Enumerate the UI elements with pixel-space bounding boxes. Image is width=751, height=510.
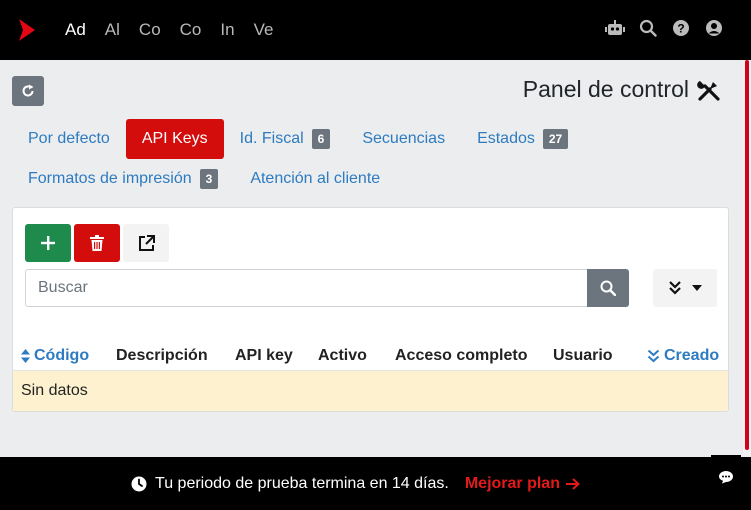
arrow-right-icon — [565, 477, 580, 490]
chat-icon — [719, 471, 733, 484]
tab-label: Id. Fiscal — [239, 130, 304, 147]
search-icon[interactable] — [638, 18, 658, 38]
search-input[interactable] — [25, 269, 588, 307]
chat-button[interactable] — [711, 455, 741, 499]
user-icon[interactable] — [704, 18, 724, 38]
tab-label: Atención al cliente — [250, 170, 381, 187]
column-label: Código — [34, 347, 90, 364]
column-descripcion[interactable]: Descripción — [116, 347, 208, 365]
caret-down-icon — [692, 285, 702, 291]
upgrade-label: Mejorar plan — [464, 474, 560, 492]
clock-icon — [131, 476, 147, 491]
column-activo[interactable]: Activo — [318, 347, 367, 365]
nav-item-al[interactable]: Al — [105, 20, 120, 40]
nav-icons: ? — [605, 18, 724, 38]
tab-label: Secuencias — [362, 130, 446, 147]
help-icon[interactable]: ? — [671, 18, 691, 38]
external-link-icon — [138, 234, 155, 251]
upgrade-plan-link[interactable]: Mejorar plan — [465, 475, 580, 493]
delete-button[interactable] — [74, 224, 120, 262]
brand-logo[interactable] — [17, 18, 37, 42]
tab-secuencias[interactable]: Secuencias — [346, 119, 461, 159]
empty-table-row: Sin datos — [13, 371, 728, 411]
tab-id-fiscal[interactable]: Id. Fiscal 6 — [224, 119, 347, 159]
tab-label: Formatos de impresión — [28, 170, 192, 187]
column-acceso-completo[interactable]: Acceso completo — [395, 347, 527, 365]
tab-label: Estados — [477, 130, 535, 147]
nav-item-in[interactable]: In — [220, 20, 234, 40]
page-title-text: Panel de control — [522, 76, 689, 102]
export-button[interactable] — [123, 224, 169, 262]
sort-icon — [21, 349, 30, 363]
sort-desc-icon — [647, 349, 660, 363]
robot-icon[interactable] — [605, 18, 625, 38]
scrollbar-thumb[interactable] — [745, 60, 749, 450]
tab-badge: 3 — [199, 169, 219, 189]
column-api-key[interactable]: API key — [235, 347, 293, 365]
tab-estados[interactable]: Estados 27 — [461, 119, 584, 159]
tab-label: Por defecto — [28, 130, 110, 147]
column-usuario[interactable]: Usuario — [553, 347, 613, 365]
add-button[interactable] — [25, 224, 71, 262]
column-creado[interactable]: Creado — [647, 347, 719, 365]
top-navbar: Ad Al Co Co In Ve ? — [0, 0, 751, 60]
nav-item-ad[interactable]: Ad — [65, 20, 86, 40]
nav-item-ve[interactable]: Ve — [254, 20, 274, 40]
table-header: Código Descripción API key Activo Acceso… — [13, 341, 730, 371]
tab-api-keys[interactable]: API Keys — [125, 119, 224, 159]
column-label: Creado — [664, 347, 720, 364]
trial-banner: Tu periodo de prueba termina en 14 días.… — [0, 457, 751, 510]
trial-message: Tu periodo de prueba termina en 14 días. — [155, 474, 449, 492]
tab-label: API Keys — [141, 130, 208, 147]
tabs-row-1: Por defecto API Keys Id. Fiscal 6 Secuenc… — [12, 119, 584, 159]
api-keys-card: Código Descripción API key Activo Acceso… — [12, 207, 730, 412]
tabs-row-2: Formatos de impresión 3 Atención al clien… — [12, 159, 396, 199]
svg-text:?: ? — [677, 22, 684, 36]
tab-formatos-impresion[interactable]: Formatos de impresión 3 — [12, 159, 234, 199]
empty-text: Sin datos — [21, 382, 88, 399]
tab-badge: 27 — [542, 129, 569, 149]
tools-icon — [697, 80, 720, 101]
plus-icon — [41, 236, 55, 250]
search-button[interactable] — [587, 269, 629, 307]
nav-menu: Ad Al Co Co In Ve — [65, 20, 292, 40]
page-title: Panel de control — [523, 76, 721, 103]
nav-item-co-1[interactable]: Co — [139, 20, 161, 40]
trial-content: Tu periodo de prueba termina en 14 días.… — [131, 475, 580, 493]
search-icon — [600, 280, 616, 296]
chevrons-down-icon — [669, 281, 681, 295]
trash-icon — [90, 235, 104, 251]
nav-item-co-2[interactable]: Co — [180, 20, 202, 40]
refresh-button[interactable] — [12, 76, 44, 106]
tab-por-defecto[interactable]: Por defecto — [12, 119, 126, 159]
tab-badge: 6 — [311, 129, 331, 149]
tab-atencion-cliente[interactable]: Atención al cliente — [234, 159, 396, 199]
filter-dropdown-button[interactable] — [653, 269, 717, 307]
column-codigo[interactable]: Código — [21, 347, 89, 365]
